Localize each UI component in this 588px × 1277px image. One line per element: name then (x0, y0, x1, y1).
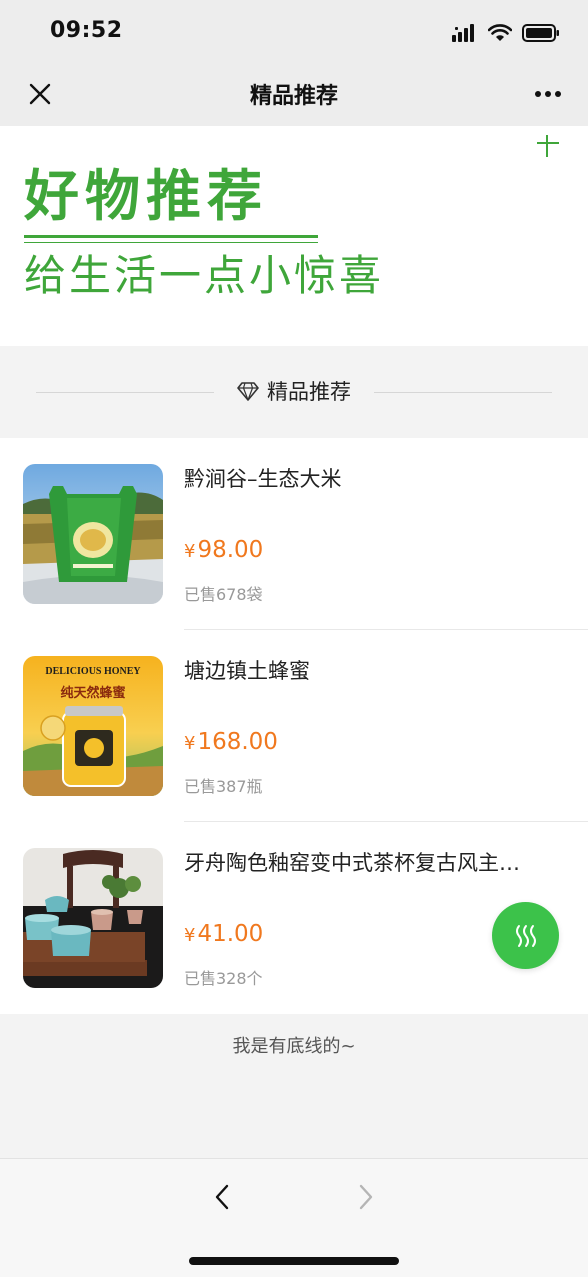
honey-image-caption: DELICIOUS HONEY (45, 666, 141, 677)
product-name: 黔涧谷–生态大米 (184, 467, 342, 491)
product-sold-count: 已售328个 (184, 969, 263, 988)
product-name: 牙舟陶色釉窑变中式茶杯复古风主… (184, 851, 520, 875)
diamond-icon (237, 382, 259, 401)
product-name: 塘边镇土蜂蜜 (184, 659, 310, 683)
bottom-toolbar (0, 1158, 588, 1277)
status-time: 09:52 (50, 18, 123, 43)
product-item-honey[interactable]: DELICIOUS HONEY 纯天然蜂蜜 塘边镇土蜂蜜 ¥168.00 已售3… (0, 630, 588, 822)
status-icons (452, 22, 560, 44)
home-indicator[interactable] (189, 1257, 399, 1265)
banner-underline-thin (24, 242, 318, 243)
section-header: 精品推荐 (0, 346, 588, 438)
chevron-left-icon (215, 1184, 229, 1210)
wifi-icon (488, 24, 512, 41)
status-bar: 09:52 (0, 0, 588, 62)
product-image-honey: DELICIOUS HONEY 纯天然蜂蜜 (23, 656, 163, 796)
product-image-teacup (23, 848, 163, 988)
product-image-rice (23, 464, 163, 604)
floating-action-button[interactable] (492, 902, 559, 969)
section-title: 精品推荐 (0, 376, 588, 406)
price-currency: ¥ (184, 925, 196, 946)
product-price: ¥168.00 (184, 726, 278, 760)
banner-subtitle: 给生活一点小惊喜 (24, 251, 385, 300)
end-of-list-text: 我是有底线的~ (232, 1036, 356, 1057)
price-value: 98.00 (197, 537, 264, 563)
wave-icon (515, 924, 536, 947)
section-label: 精品推荐 (267, 376, 351, 406)
banner-underline (24, 235, 318, 238)
chevron-right-icon (359, 1184, 373, 1210)
product-sold-count: 已售678袋 (184, 585, 263, 604)
product-sold-count: 已售387瓶 (184, 777, 263, 796)
list-footer: 我是有底线的~ (0, 1014, 588, 1158)
product-price: ¥98.00 (184, 534, 263, 568)
product-price: ¥41.00 (184, 918, 263, 952)
price-value: 41.00 (197, 921, 264, 947)
signal-icon (452, 24, 474, 42)
back-button[interactable] (200, 1175, 244, 1219)
banner-title: 好物推荐 (24, 164, 269, 228)
forward-button[interactable] (344, 1175, 388, 1219)
price-currency: ¥ (184, 541, 196, 562)
battery-icon (522, 24, 559, 42)
price-value: 168.00 (197, 729, 278, 755)
nav-bar: 精品推荐 (0, 62, 588, 126)
more-button[interactable] (530, 76, 566, 112)
more-icon (535, 91, 561, 97)
honey-image-label: 纯天然蜂蜜 (60, 686, 126, 701)
plus-decoration-icon (537, 135, 559, 157)
product-item-rice[interactable]: 黔涧谷–生态大米 ¥98.00 已售678袋 (0, 438, 588, 630)
price-currency: ¥ (184, 733, 196, 754)
promo-banner[interactable]: 好物推荐 给生活一点小惊喜 (0, 126, 588, 346)
page-title: 精品推荐 (249, 84, 338, 109)
